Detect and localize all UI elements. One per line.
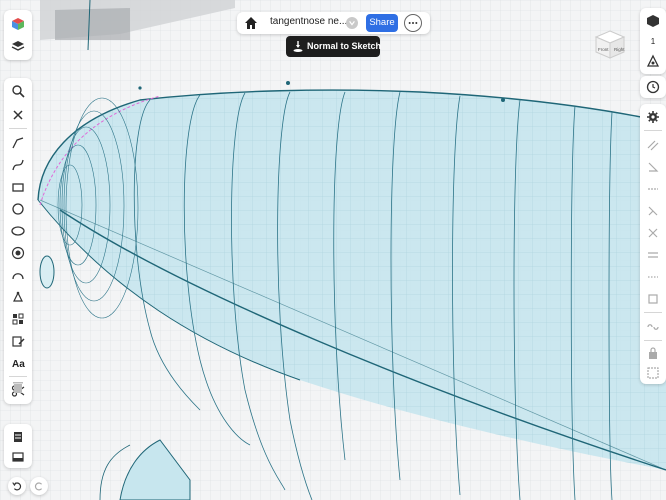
cross-icon (648, 228, 658, 238)
layers-button[interactable] (4, 35, 32, 57)
edit-tool[interactable] (4, 330, 32, 352)
grid-array-tool[interactable] (4, 308, 32, 330)
triangle-icon (646, 54, 660, 67)
document-menu-button[interactable] (346, 17, 358, 29)
right-view-toolbar: 1 (640, 8, 666, 74)
redo-button[interactable] (30, 477, 48, 495)
delete-toolbar (4, 376, 32, 398)
transform-icon (13, 291, 23, 302)
normal-to-sketch-button[interactable]: Normal to Sketch (286, 36, 382, 57)
history-panel-button[interactable] (4, 426, 32, 448)
panel-icon (12, 452, 24, 462)
spline-tool[interactable] (4, 154, 32, 176)
document-bar: tangentnose ne... Share (237, 12, 430, 34)
parallel-icon (647, 140, 659, 151)
edit-icon (12, 336, 25, 347)
home-button[interactable] (243, 15, 259, 31)
right-constraint-toolbar (640, 104, 666, 384)
normal-to-sketch-label: Normal to Sketch (307, 41, 382, 51)
equal-constraint[interactable] (640, 244, 666, 266)
clock-icon (646, 80, 660, 94)
ellipsis-icon (408, 22, 418, 24)
undo-icon (12, 482, 22, 491)
perpendicular-constraint[interactable] (640, 200, 666, 222)
document-title[interactable]: tangentnose ne... (270, 16, 347, 27)
transform-tool[interactable] (4, 286, 32, 308)
search-button[interactable] (4, 80, 32, 102)
bracket-icon (648, 294, 658, 304)
right-clock-toolbar (640, 76, 666, 98)
left-tool-toolbar: Aa (4, 78, 32, 404)
lock-button[interactable] (640, 342, 666, 364)
lock-icon (649, 347, 657, 359)
fix-constraint[interactable] (640, 288, 666, 310)
timeline-button[interactable] (640, 76, 666, 98)
horizontal-icon (648, 188, 658, 190)
grid-icon (12, 313, 24, 325)
normal-view-icon (293, 41, 303, 52)
parallel-constraint[interactable] (640, 134, 666, 156)
circle-icon (12, 203, 24, 215)
text-icon: Aa (12, 359, 25, 370)
delete-button[interactable] (4, 376, 32, 398)
intersect-constraint[interactable] (640, 222, 666, 244)
reference-ellipse (39, 255, 55, 289)
dashed-line-icon (648, 276, 658, 278)
arc-icon (12, 273, 24, 280)
svg-text:Aa: Aa (12, 359, 25, 370)
rectangle-icon (12, 183, 24, 192)
chevron-down-icon (349, 21, 355, 26)
view-cube-right-label: Right (614, 47, 625, 52)
target-icon (11, 246, 25, 260)
appearance-button[interactable] (4, 13, 32, 35)
gear-icon (647, 111, 659, 123)
view-cube[interactable]: Front Right (592, 27, 628, 61)
view-settings-button[interactable] (640, 10, 666, 32)
scale-button[interactable]: 1 (640, 30, 666, 52)
polygon-tool[interactable] (4, 242, 32, 264)
inspector-button[interactable] (4, 446, 32, 468)
color-cube-icon (12, 18, 24, 30)
home-icon (245, 17, 257, 29)
layers-icon (11, 41, 25, 51)
polyline-icon (12, 137, 24, 149)
ellipse-tool[interactable] (4, 220, 32, 242)
perpendicular-icon (648, 206, 658, 216)
close-icon (13, 110, 23, 120)
scale-value: 1 (650, 36, 656, 46)
text-tool[interactable]: Aa (4, 352, 32, 374)
undo-button[interactable] (8, 477, 26, 495)
arc-tool[interactable] (4, 264, 32, 286)
view-settings-icon (647, 15, 659, 27)
history-stack-icon (14, 432, 22, 442)
more-options-button[interactable] (404, 14, 422, 32)
close-button[interactable] (4, 104, 32, 126)
horizontal-constraint[interactable] (640, 178, 666, 200)
constraint-button[interactable] (640, 50, 666, 72)
spline-icon (12, 159, 24, 171)
angle-constraint[interactable] (640, 156, 666, 178)
view-cube-front-label: Front (598, 47, 609, 52)
share-button[interactable]: Share (366, 14, 398, 32)
3d-viewport[interactable] (0, 0, 666, 500)
circle-tool[interactable] (4, 198, 32, 220)
trash-icon (13, 382, 23, 393)
redo-icon (34, 482, 43, 491)
selection-box-icon (647, 367, 659, 379)
link-icon (647, 324, 659, 330)
search-icon (12, 85, 25, 98)
select-box-button[interactable] (640, 362, 666, 384)
dash-constraint[interactable] (640, 266, 666, 288)
ellipse-icon (11, 226, 25, 236)
settings-button[interactable] (640, 106, 666, 128)
angle-icon (648, 162, 659, 172)
left-top-toolbar (4, 10, 32, 60)
left-bottom-toolbar (4, 424, 32, 468)
equal-icon (648, 252, 658, 258)
sketch-line-tool[interactable] (4, 132, 32, 154)
rectangle-tool[interactable] (4, 176, 32, 198)
link-constraint[interactable] (640, 316, 666, 338)
